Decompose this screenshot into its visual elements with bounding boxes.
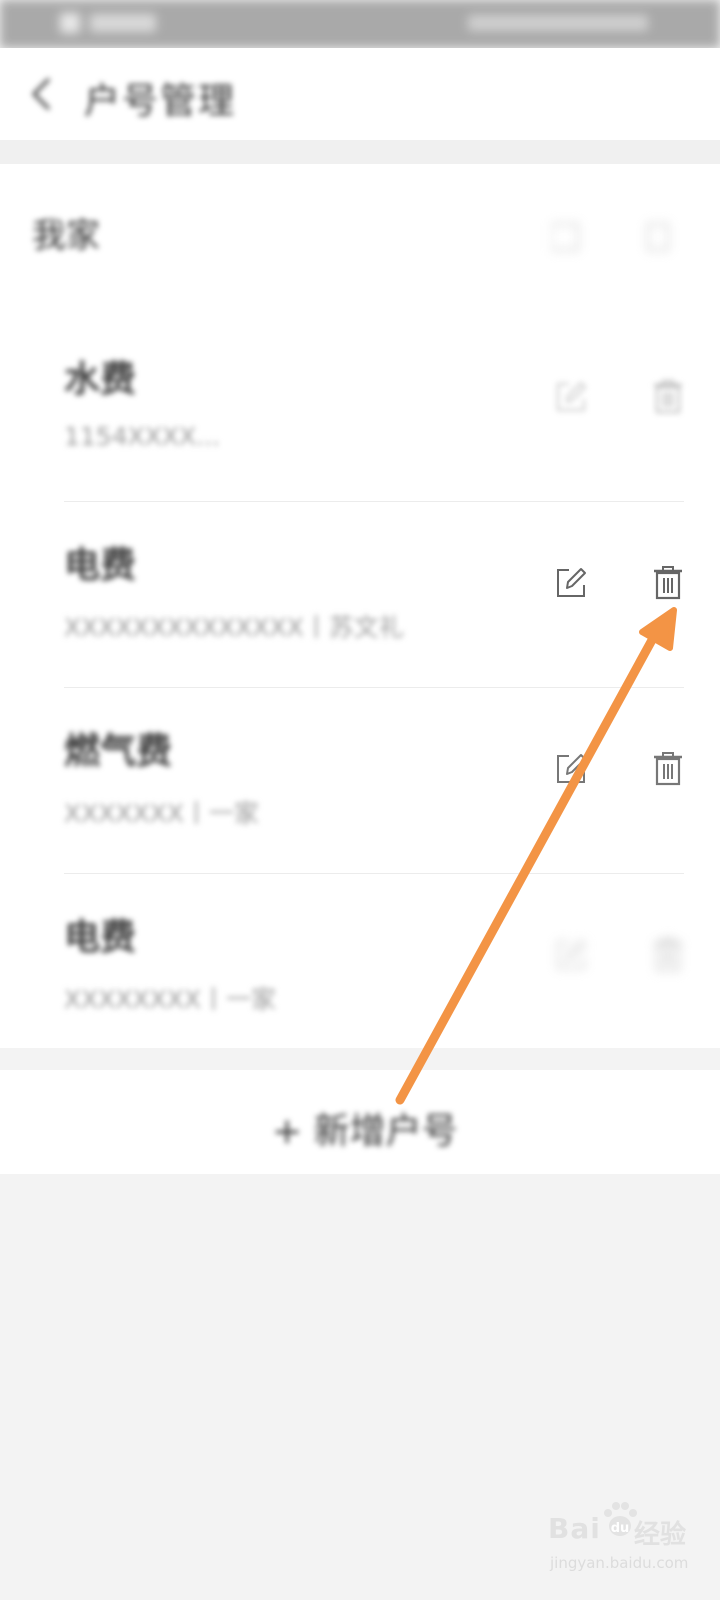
watermark: Bai du 经验 jingyan.baidu.com	[548, 1500, 698, 1582]
section-title: 我家	[32, 216, 100, 256]
edit-icon[interactable]	[554, 938, 588, 972]
top-app-bar: 户号管理	[0, 48, 720, 140]
edit-icon[interactable]	[554, 380, 588, 414]
status-left	[60, 11, 156, 35]
account-name: 水费	[64, 359, 137, 400]
carrier-text	[90, 14, 156, 32]
account-name: 电费	[64, 545, 137, 586]
separator	[0, 140, 720, 164]
delete-icon[interactable]	[652, 936, 684, 972]
back-icon[interactable]	[26, 76, 56, 112]
delete-icon[interactable]	[652, 750, 684, 786]
paw-icon: du	[604, 1502, 637, 1536]
add-account-button[interactable]: + 新增户号	[0, 1070, 720, 1174]
account-detail: XXXXXXXX丨一家	[64, 985, 277, 1014]
watermark-url: jingyan.baidu.com	[550, 1554, 689, 1572]
status-right-icons	[468, 15, 648, 31]
list-item[interactable]: 燃气费 XXXXXXX丨一家	[0, 688, 720, 874]
list-item[interactable]: 电费 XXXXXXXX丨一家	[0, 874, 720, 1060]
section-action-icons	[552, 223, 669, 251]
edit-icon[interactable]	[554, 752, 588, 786]
list-item[interactable]: 水费 1154XXXX...	[0, 316, 720, 502]
signal-icon	[60, 13, 80, 33]
account-detail: 1154XXXX...	[64, 422, 220, 451]
page-title: 户号管理	[84, 81, 237, 122]
add-account-label: + 新增户号	[272, 1111, 458, 1152]
list-item[interactable]: 电费 XXXXXXXXXXXXXX丨苏文礼	[0, 502, 720, 688]
delete-icon[interactable]	[652, 378, 684, 414]
svg-text:du: du	[611, 1521, 630, 1536]
edit-icon[interactable]	[554, 566, 588, 600]
account-detail: XXXXXXXXXXXXXX丨苏文礼	[64, 613, 404, 642]
status-bar	[0, 0, 720, 48]
delete-icon[interactable]	[652, 564, 684, 600]
account-card: 我家 水费 1154XXXX... 电费 XXXXXXXXXXXXXX丨苏文礼	[0, 164, 720, 1048]
account-name: 燃气费	[64, 731, 173, 772]
watermark-brand: Bai	[548, 1512, 601, 1545]
account-detail: XXXXXXX丨一家	[64, 799, 259, 828]
account-name: 电费	[64, 917, 137, 958]
watermark-cn: 经验	[634, 1520, 687, 1550]
